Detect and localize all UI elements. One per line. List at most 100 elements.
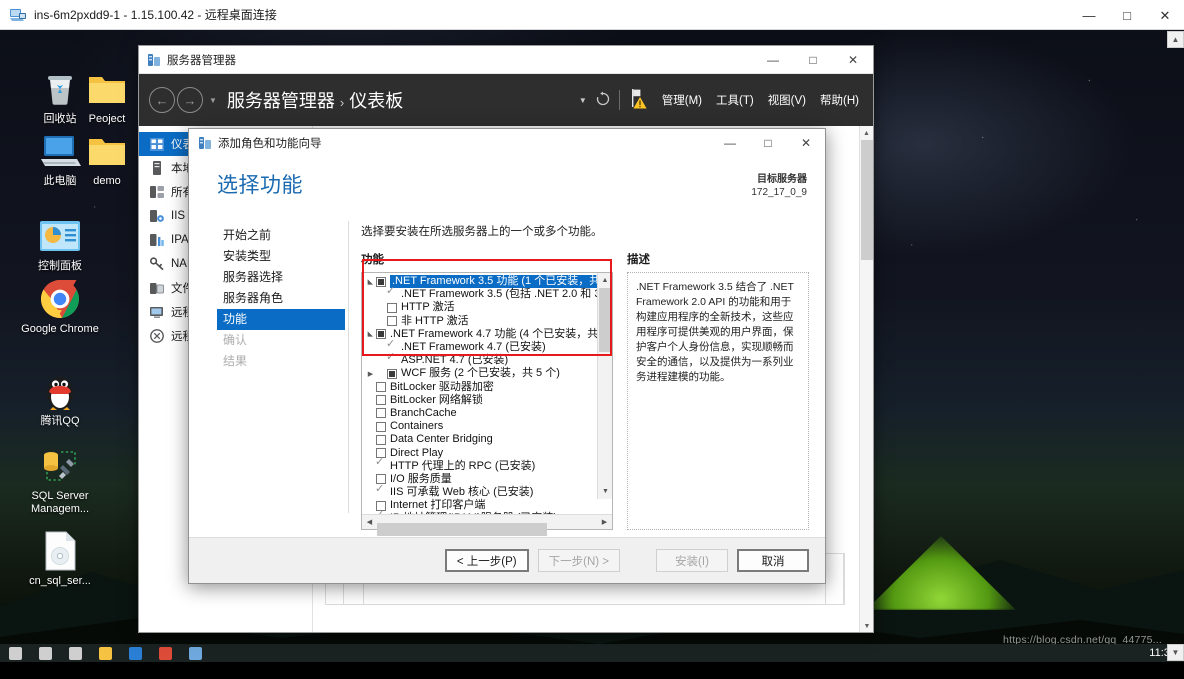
feature-row[interactable]: HTTP 代理上的 RPC (已安装) (365, 456, 597, 473)
taskbar-search-icon[interactable] (30, 644, 60, 662)
checkbox-installed[interactable] (386, 285, 397, 300)
feature-row[interactable]: BitLocker 驱动器加密 (365, 381, 597, 394)
feature-row[interactable]: Containers (365, 420, 597, 433)
wizard-window-title: 添加角色和功能向导 (218, 138, 322, 150)
menu-help[interactable]: 帮助(H) (816, 92, 863, 108)
wizard-step-3[interactable]: 服务器角色 (217, 288, 348, 309)
features-scroll-up-arrow[interactable]: ▲ (598, 273, 612, 288)
previous-button[interactable]: < 上一步(P) (444, 549, 529, 572)
wizard-step-1[interactable]: 安装类型 (217, 246, 348, 267)
desktop-icon-google-chrome[interactable]: Google Chrome (18, 278, 102, 336)
forward-arrow-icon[interactable]: → (177, 87, 203, 113)
feature-row[interactable]: BitLocker 网络解锁 (365, 394, 597, 407)
checkbox-unchecked[interactable] (376, 408, 386, 419)
wizard-minimize-button[interactable]: — (711, 129, 749, 157)
features-scroll-thumb[interactable] (599, 288, 612, 352)
rdp-scroll-up-arrow[interactable]: ▲ (1167, 31, 1184, 48)
feature-row[interactable]: ◢ .NET Framework 4.7 功能 (4 个已安装，共 7 个) (365, 328, 598, 341)
tree-expanded-icon[interactable]: ◢ (367, 329, 375, 340)
features-scroll-left-arrow[interactable]: ◀ (362, 518, 377, 526)
feature-row[interactable]: I/O 服务质量 (365, 473, 597, 486)
taskbar-chrome-icon[interactable] (150, 644, 180, 662)
server-manager-menubar: 管理(M) 工具(T) 视图(V) 帮助(H) (658, 92, 863, 108)
taskbar-ie-edge-icon[interactable] (120, 644, 150, 662)
dashboard-scroll-down-arrow[interactable]: ▼ (860, 619, 873, 632)
add-roles-features-wizard-dialog[interactable]: 添加角色和功能向导 — □ ✕ 选择功能 目标服务器 172_17_0_9 开始… (188, 128, 826, 584)
feature-row[interactable]: ASP.NET 4.7 (已安装) (365, 351, 597, 367)
feature-label: BranchCache (390, 406, 457, 419)
tree-expanded-icon[interactable]: ◢ (367, 276, 375, 287)
rdp-maximize-button[interactable]: □ (1108, 0, 1146, 30)
checkbox-installed[interactable] (375, 483, 386, 498)
breadcrumb-root[interactable]: 服务器管理器 (227, 91, 335, 111)
feature-row[interactable]: Direct Play (365, 446, 597, 459)
feature-row[interactable]: 非 HTTP 激活 (365, 315, 597, 328)
rdp-close-button[interactable]: ✕ (1146, 0, 1184, 30)
taskbar-task-view-icon[interactable] (60, 644, 90, 662)
desktop-icon-cn-sql-ser-[interactable]: cn_sql_ser... (18, 530, 102, 588)
wizard-step-2[interactable]: 服务器选择 (217, 267, 348, 288)
features-scroll-right-arrow[interactable]: ▶ (597, 518, 612, 526)
feature-row[interactable]: HTTP 激活 (365, 301, 597, 314)
menu-view[interactable]: 视图(V) (764, 92, 810, 108)
checkbox-partial[interactable] (387, 368, 397, 379)
sm-minimize-button[interactable]: — (753, 46, 793, 74)
wizard-close-button[interactable]: ✕ (787, 129, 825, 157)
features-horizontal-scrollbar[interactable]: ◀ ▶ (362, 514, 612, 536)
checkbox-partial[interactable] (376, 329, 386, 340)
feature-row[interactable]: ◢ .NET Framework 3.5 功能 (1 个已安装，共 3 个) (365, 275, 597, 289)
taskbar-file-explorer-icon[interactable] (90, 644, 120, 662)
feature-row[interactable]: IIS 可承载 Web 核心 (已安装) (365, 483, 597, 499)
feature-row[interactable]: BranchCache (365, 407, 597, 420)
feature-row[interactable]: ▶ WCF 服务 (2 个已安装，共 5 个) (365, 367, 597, 380)
taskbar-server-manager-icon[interactable] (180, 644, 210, 662)
rdp-scroll-down-arrow[interactable]: ▼ (1167, 644, 1184, 661)
checkbox-unchecked[interactable] (376, 395, 386, 406)
checkbox-unchecked[interactable] (376, 434, 386, 445)
wizard-content-pane: 选择要安装在所选服务器上的一个或多个功能。 功能 ◢ .NET Framework… (361, 219, 825, 536)
checkbox-installed[interactable] (375, 456, 386, 471)
wizard-step-5: 确认 (223, 333, 248, 347)
features-hscroll-thumb[interactable] (377, 523, 547, 536)
toolbar-caret-icon[interactable]: ▼ (579, 96, 587, 105)
tree-collapsed-icon[interactable]: ▶ (365, 370, 376, 378)
checkbox-unchecked[interactable] (387, 316, 397, 327)
features-scroll-down-arrow[interactable]: ▼ (598, 484, 612, 499)
checkbox-installed[interactable] (386, 351, 397, 366)
nav-history-caret-icon[interactable]: ▼ (209, 96, 217, 105)
wizard-step-4[interactable]: 功能 (217, 309, 345, 330)
dashboard-scroll-thumb[interactable] (861, 140, 873, 260)
feature-row[interactable]: IP 地址管理(IPAM)服务器 (已安装) (365, 509, 597, 514)
checkbox-unchecked[interactable] (387, 302, 397, 313)
features-tree-box[interactable]: ◢.NET Framework 3.5 功能 (1 个已安装，共 3 个).NE… (361, 272, 613, 536)
desktop-icon-demo[interactable]: demo (65, 130, 149, 188)
refresh-icon[interactable] (595, 91, 611, 110)
wizard-step-0[interactable]: 开始之前 (217, 225, 348, 246)
wizard-maximize-button[interactable]: □ (749, 129, 787, 157)
desktop-icon-腾讯qq[interactable]: 腾讯QQ (18, 370, 102, 428)
menu-manage[interactable]: 管理(M) (658, 92, 706, 108)
qq-penguin-icon (39, 370, 81, 412)
taskbar[interactable]: 11:32 (0, 644, 1184, 662)
feature-row[interactable]: Internet 打印客户端 (365, 499, 597, 512)
desktop-icon-控制面板[interactable]: 控制面板 (18, 215, 102, 273)
desktop-icon-sql-server-managem-[interactable]: SQL Server Managem... (18, 445, 102, 516)
dashboard-scroll-up-arrow[interactable]: ▲ (860, 126, 873, 140)
taskbar-start-icon[interactable] (0, 644, 30, 662)
flag-warning-icon[interactable] (628, 87, 650, 114)
back-arrow-icon[interactable]: ← (149, 87, 175, 113)
feature-label: IIS 可承载 Web 核心 (已安装) (390, 486, 534, 499)
feature-row[interactable]: Data Center Bridging (365, 433, 597, 446)
cancel-button[interactable]: 取消 (737, 549, 809, 572)
sm-maximize-button[interactable]: □ (793, 46, 833, 74)
feature-row[interactable]: .NET Framework 4.7 (已安装) (365, 338, 597, 354)
menu-tools[interactable]: 工具(T) (712, 92, 758, 108)
rdp-minimize-button[interactable]: — (1070, 0, 1108, 30)
features-vertical-scrollbar[interactable]: ▲ ▼ (597, 273, 612, 499)
checkbox-partial[interactable] (376, 276, 386, 287)
checkbox-unchecked[interactable] (376, 421, 386, 432)
dashboard-vertical-scrollbar[interactable]: ▲ ▼ (859, 126, 873, 632)
feature-row[interactable]: .NET Framework 3.5 (包括 .NET 2.0 和 3.0) ( (365, 285, 597, 301)
checkbox-unchecked[interactable] (376, 382, 386, 393)
sm-close-button[interactable]: ✕ (833, 46, 873, 74)
